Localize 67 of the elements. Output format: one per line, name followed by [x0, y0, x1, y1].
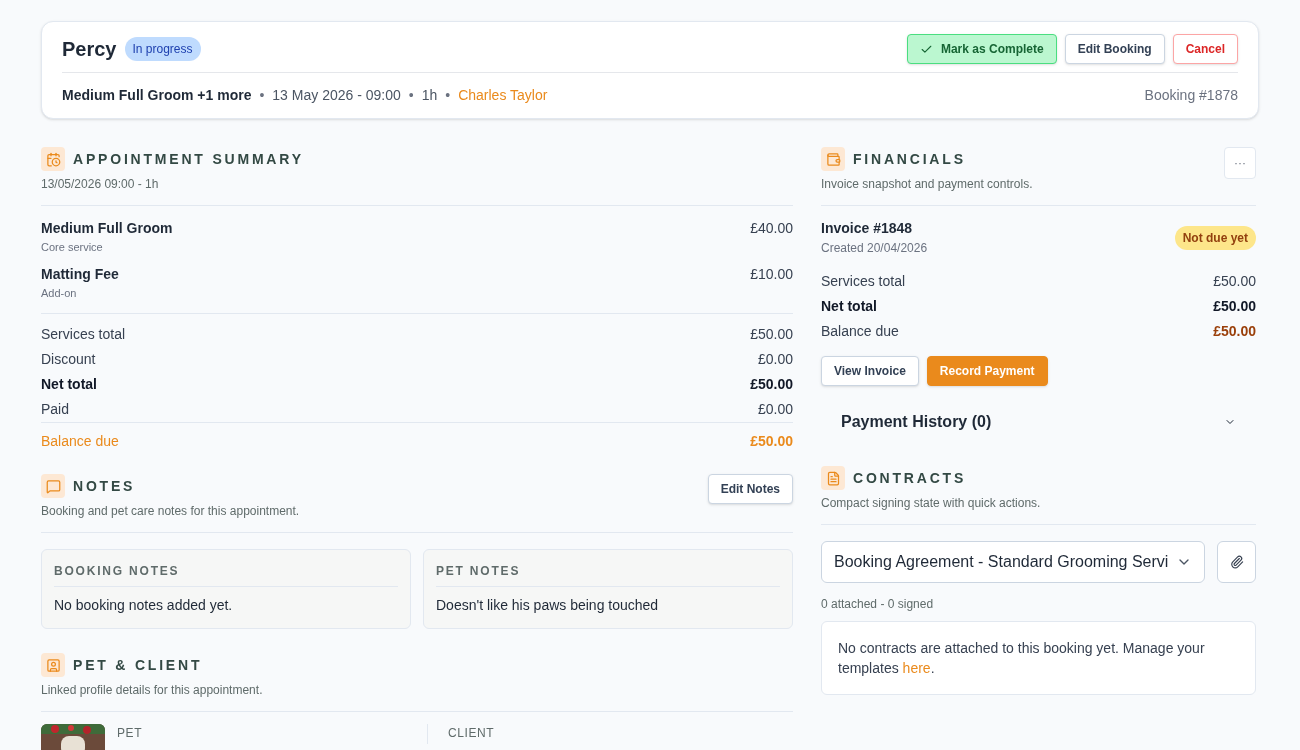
- section-subtitle: Booking and pet care notes for this appointment.: [41, 503, 300, 520]
- total-label: Services total: [821, 272, 906, 291]
- action-button[interactable]: Edit Booking: [1064, 34, 1165, 64]
- service-type: Add-on: [41, 285, 78, 301]
- total-value: £0.00: [757, 400, 793, 419]
- section-title: PET & CLIENT: [73, 655, 203, 675]
- total-value: £50.00: [750, 375, 793, 394]
- service-price: £10.00: [750, 264, 793, 284]
- section-title: NOTES: [73, 476, 136, 496]
- booking-number: Booking #1878: [1144, 86, 1238, 105]
- notes-card-title: BOOKING NOTES: [54, 564, 180, 578]
- column-label: PET: [117, 725, 144, 742]
- separator-dot: •: [445, 86, 451, 105]
- section-subtitle: Invoice snapshot and payment controls.: [821, 176, 1033, 193]
- edit-notes-button[interactable]: Edit Notes: [707, 474, 793, 504]
- section-icon: [41, 474, 65, 498]
- invoice-number: Invoice #1848: [821, 219, 914, 238]
- section-icon: [821, 147, 845, 171]
- service-type: Core service: [41, 240, 104, 255]
- column-label: CLIENT: [448, 725, 495, 742]
- payment-history-toggle[interactable]: Payment History (0): [821, 402, 1256, 442]
- invoice-created: Created 20/04/2026: [821, 240, 928, 257]
- section-title: APPOINTMENT SUMMARY: [73, 149, 304, 169]
- section-title: FINANCIALS: [853, 149, 966, 169]
- service-name: Medium Full Groom: [41, 219, 173, 238]
- separator-dot: •: [259, 86, 265, 105]
- contracts-message: No contracts are attached to this booking yet. Manage your templates here.: [838, 639, 1206, 678]
- total-label: Net total: [821, 297, 877, 316]
- total-value: £50.00: [1213, 297, 1256, 316]
- action-button[interactable]: Mark as Complete: [906, 34, 1057, 64]
- services-summary: Medium Full Groom +1 more: [62, 86, 252, 105]
- total-value: £50.00: [1213, 322, 1256, 341]
- total-label: Services total: [41, 325, 126, 344]
- booking-date: 13 May 2026 - 09:00: [272, 86, 401, 105]
- contract-select[interactable]: Booking Agreement - Standard Grooming Servi: [821, 541, 1206, 583]
- section-subtitle: Linked profile details for this appointment.: [41, 682, 263, 699]
- section-icon: [41, 653, 65, 677]
- total-label: Discount: [41, 350, 96, 369]
- total-label: Balance due: [41, 432, 119, 451]
- section-subtitle: Compact signing state with quick actions.: [821, 495, 1041, 512]
- invoice-status-badge: Not due yet: [1174, 226, 1256, 250]
- section-icon: [41, 147, 65, 171]
- invoice-action-button[interactable]: View Invoice: [821, 356, 919, 386]
- status-badge: In progress: [124, 37, 201, 61]
- booking-duration: 1h: [421, 86, 438, 105]
- separator-dot: •: [408, 86, 414, 105]
- section-title: CONTRACTS: [853, 468, 967, 488]
- pet-name: Percy: [62, 37, 117, 62]
- total-label: Net total: [41, 375, 97, 394]
- more-button[interactable]: ···: [1224, 147, 1256, 179]
- notes-text: No booking notes added yet.: [54, 596, 234, 615]
- total-value: £0.00: [757, 350, 793, 369]
- total-label: Balance due: [821, 322, 899, 341]
- service-name: Matting Fee: [41, 264, 119, 284]
- action-button[interactable]: Cancel: [1172, 34, 1238, 64]
- service-price: £40.00: [750, 219, 793, 238]
- total-value: £50.00: [750, 325, 793, 344]
- contract-counts: 0 attached - 0 signed: [821, 596, 935, 613]
- section-icon: [821, 466, 845, 490]
- notes-text: Doesn't like his paws being touched: [436, 596, 660, 615]
- section-subtitle: 13/05/2026 09:00 - 1h: [41, 176, 160, 193]
- total-label: Paid: [41, 400, 70, 419]
- total-value: £50.00: [1213, 272, 1256, 291]
- notes-card-title: PET NOTES: [436, 564, 521, 578]
- attach-button[interactable]: [1217, 541, 1256, 583]
- total-value: £50.00: [750, 432, 793, 451]
- paperclip-icon: [1229, 555, 1244, 569]
